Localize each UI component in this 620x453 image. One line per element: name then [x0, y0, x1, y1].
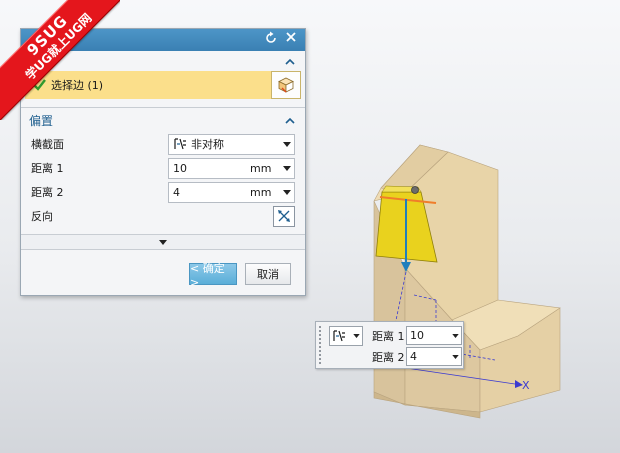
- dialog-title: 倒斜角: [31, 33, 68, 48]
- ok-button[interactable]: < 确定 >: [189, 262, 237, 289]
- cancel-button[interactable]: 取消: [245, 263, 291, 285]
- distance2-label: 距离 2: [31, 186, 64, 199]
- collapse-up-icon[interactable]: [283, 113, 297, 127]
- expand-down-icon[interactable]: [159, 239, 167, 245]
- onscreen-distance2-input[interactable]: 4: [406, 347, 462, 366]
- edge-section-header[interactable]: 边: [21, 51, 305, 71]
- cross-section-type-dropdown[interactable]: [329, 326, 363, 346]
- drag-handle[interactable]: [411, 186, 419, 194]
- x-axis-label: X: [522, 379, 530, 392]
- dialog-buttons: < 确定 > 取消: [21, 262, 305, 289]
- reverse-label: 反向: [31, 210, 53, 223]
- onscreen-distance2-row: 距离 2 4: [372, 347, 462, 366]
- chamfer-dialog: 倒斜角 边 选择边 (1) 偏置 横截面 非对称 距离 1 10 mm 距离 2…: [20, 28, 306, 296]
- onscreen-distance1-value[interactable]: 10: [407, 329, 449, 342]
- section-divider: [21, 107, 305, 108]
- distance1-unit: mm: [250, 161, 272, 175]
- close-icon[interactable]: [283, 31, 299, 48]
- drag-grip-icon[interactable]: [318, 325, 322, 365]
- distance2-unit: mm: [250, 185, 272, 199]
- more-options-toggle[interactable]: [21, 234, 305, 250]
- select-edge-cube-icon[interactable]: [271, 71, 301, 99]
- collapse-up-icon[interactable]: [283, 54, 297, 68]
- distance2-input[interactable]: 4 mm: [168, 181, 295, 203]
- onscreen-distance1-label: 距离 1: [372, 329, 405, 343]
- onscreen-input-box: 距离 1 10 距离 2 4: [315, 321, 464, 369]
- reverse-row: 反向: [21, 204, 305, 228]
- distance1-label: 距离 1: [31, 162, 64, 175]
- dialog-title-bar[interactable]: 倒斜角: [21, 29, 305, 51]
- chevron-down-icon[interactable]: [280, 189, 294, 195]
- distance2-row: 距离 2 4 mm: [21, 180, 305, 204]
- asymmetric-icon: [333, 330, 345, 342]
- chevron-down-icon[interactable]: [449, 333, 461, 338]
- reset-icon[interactable]: [263, 31, 279, 48]
- select-edge-label: 选择边 (1): [51, 79, 104, 92]
- edge-section-title: 边: [29, 54, 42, 69]
- chevron-down-icon[interactable]: [449, 354, 461, 359]
- select-edge-row[interactable]: 选择边 (1): [25, 71, 301, 99]
- chevron-down-icon[interactable]: [280, 165, 294, 171]
- cross-section-dropdown[interactable]: 非对称: [168, 133, 295, 155]
- distance2-value[interactable]: 4: [169, 186, 250, 199]
- chevron-down-icon[interactable]: [353, 334, 360, 338]
- distance1-value[interactable]: 10: [169, 162, 250, 175]
- cross-section-label: 横截面: [31, 138, 64, 151]
- cross-section-value: 非对称: [191, 138, 224, 151]
- reverse-direction-icon[interactable]: [273, 205, 295, 227]
- onscreen-distance1-input[interactable]: 10: [406, 326, 462, 345]
- distance1-row: 距离 1 10 mm: [21, 156, 305, 180]
- onscreen-distance2-label: 距离 2: [372, 350, 405, 364]
- checkmark-icon: [31, 77, 47, 93]
- asymmetric-icon: [174, 138, 186, 150]
- distance1-input[interactable]: 10 mm: [168, 157, 295, 179]
- onscreen-distance2-value[interactable]: 4: [407, 350, 449, 363]
- cross-section-row: 横截面 非对称: [21, 132, 305, 156]
- offset-section-title: 偏置: [29, 113, 54, 128]
- offset-section-header[interactable]: 偏置: [21, 110, 305, 130]
- chevron-down-icon[interactable]: [280, 141, 294, 147]
- onscreen-distance1-row: 距离 1 10: [372, 326, 462, 345]
